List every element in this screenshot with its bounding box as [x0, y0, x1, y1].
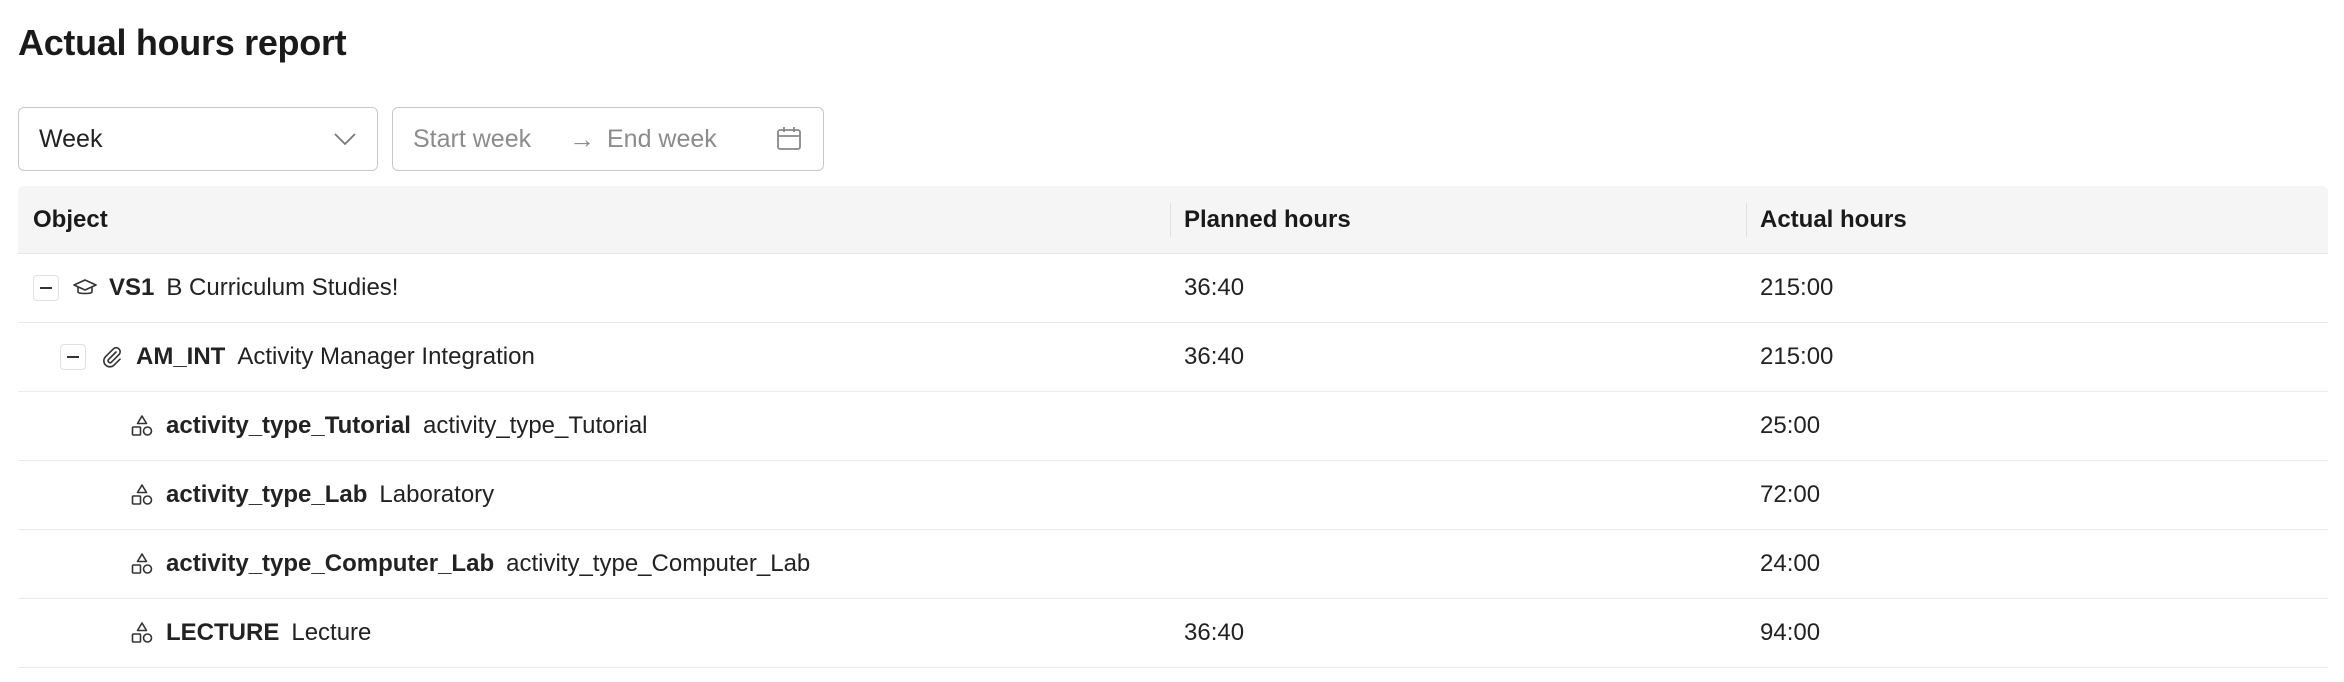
column-header-planned-hours[interactable]: Planned hours: [1184, 206, 1351, 234]
collapse-toggle[interactable]: [33, 275, 59, 301]
object-name: activity_type_Computer_Lab: [506, 550, 811, 577]
object-name: Laboratory: [379, 481, 495, 508]
collapse-toggle[interactable]: [60, 344, 86, 370]
column-divider: [1746, 203, 1747, 237]
table-row[interactable]: LECTURE Lecture 36:40 94:00: [18, 599, 2328, 668]
column-header-object[interactable]: Object: [33, 206, 108, 234]
object-cell: activity_type_Computer_Lab activity_type…: [130, 550, 810, 578]
object-code: activity_type_Tutorial: [166, 412, 411, 439]
hours-table: Object Planned hours Actual hours VS1 B …: [18, 186, 2328, 668]
column-divider: [1170, 203, 1171, 237]
start-week-input[interactable]: [413, 124, 563, 154]
paperclip-icon: [100, 345, 124, 369]
object-name: activity_type_Tutorial: [422, 412, 648, 439]
period-select-value: Week: [39, 124, 103, 153]
object-code: VS1: [109, 274, 155, 301]
actual-hours-cell: 72:00: [1760, 481, 1821, 508]
actual-hours-cell: 215:00: [1760, 274, 1834, 301]
object-cell: activity_type_Tutorial activity_type_Tut…: [130, 412, 648, 440]
object-cell: AM_INT Activity Manager Integration: [60, 343, 535, 371]
object-name: Lecture: [291, 619, 372, 646]
actual-hours-cell: 215:00: [1760, 343, 1834, 370]
object-cell: activity_type_Lab Laboratory: [130, 481, 494, 509]
object-code: LECTURE: [166, 619, 280, 646]
week-range-picker[interactable]: →: [392, 107, 824, 171]
table-header: Object Planned hours Actual hours: [18, 186, 2328, 254]
shapes-icon: [130, 621, 154, 645]
table-row[interactable]: activity_type_Lab Laboratory 72:00: [18, 461, 2328, 530]
calendar-icon[interactable]: [775, 125, 803, 153]
object-code: AM_INT: [136, 343, 226, 370]
filter-bar: Week →: [18, 107, 824, 171]
shapes-icon: [130, 483, 154, 507]
period-select[interactable]: Week: [18, 107, 378, 171]
planned-hours-cell: 36:40: [1184, 619, 1245, 646]
chevron-down-icon: [333, 127, 357, 151]
range-separator: →: [569, 123, 595, 154]
actual-hours-cell: 24:00: [1760, 550, 1821, 577]
planned-hours-cell: 36:40: [1184, 274, 1245, 301]
actual-hours-cell: 25:00: [1760, 412, 1821, 439]
object-name: Activity Manager Integration: [237, 343, 535, 370]
object-code: activity_type_Lab: [166, 481, 368, 508]
column-header-actual-hours[interactable]: Actual hours: [1760, 206, 1907, 234]
end-week-input[interactable]: [607, 124, 765, 154]
page-title: Actual hours report: [18, 22, 347, 63]
object-name: B Curriculum Studies!: [166, 274, 399, 301]
table-row[interactable]: VS1 B Curriculum Studies! 36:40 215:00: [18, 254, 2328, 323]
planned-hours-cell: 36:40: [1184, 343, 1245, 370]
object-code: activity_type_Computer_Lab: [166, 550, 495, 577]
table-row[interactable]: AM_INT Activity Manager Integration 36:4…: [18, 323, 2328, 392]
object-cell: VS1 B Curriculum Studies!: [33, 274, 398, 302]
actual-hours-cell: 94:00: [1760, 619, 1821, 646]
shapes-icon: [130, 414, 154, 438]
shapes-icon: [130, 552, 154, 576]
object-cell: LECTURE Lecture: [130, 619, 371, 647]
graduation-cap-icon: [73, 276, 97, 300]
table-row[interactable]: activity_type_Computer_Lab activity_type…: [18, 530, 2328, 599]
table-row[interactable]: activity_type_Tutorial activity_type_Tut…: [18, 392, 2328, 461]
